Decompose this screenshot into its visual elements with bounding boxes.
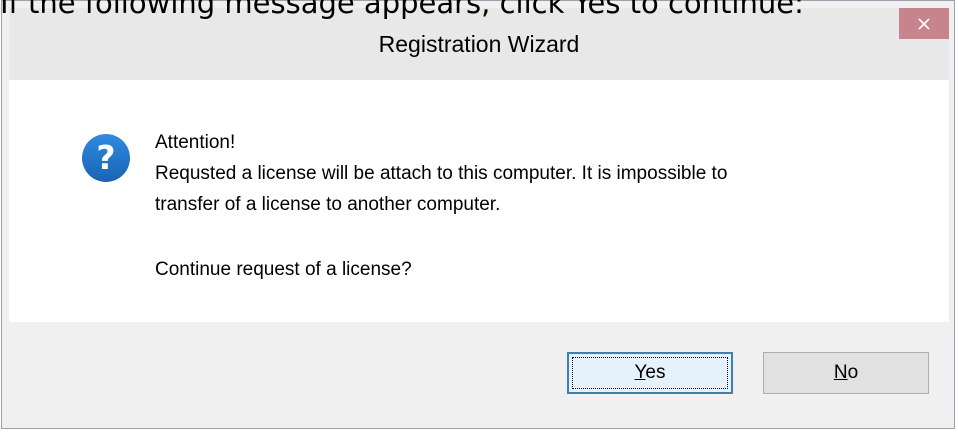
svg-text:?: ? <box>96 138 115 177</box>
no-button[interactable]: No <box>763 352 929 394</box>
instruction-text: If the following message appears, click … <box>0 0 804 20</box>
message-heading: Attention! <box>155 132 236 153</box>
yes-button[interactable]: Yes <box>567 352 733 394</box>
dialog-window: Registration Wizard ? Attention! Requste… <box>1 0 955 429</box>
message-line-2: transfer of a license to another compute… <box>155 194 501 215</box>
button-bar: Yes No <box>9 322 949 423</box>
message-text: Attention! Requsted a license will be at… <box>155 127 935 285</box>
message-question: Continue request of a license? <box>155 259 412 280</box>
message-line-1: Requsted a license will be attach to thi… <box>155 163 728 184</box>
yes-button-label: Yes <box>634 362 666 383</box>
page: Registration Wizard ? Attention! Requste… <box>0 0 958 432</box>
no-button-label: No <box>833 362 859 383</box>
message-area: ? Attention! Requsted a license will be … <box>9 80 949 322</box>
question-icon: ? <box>81 133 131 183</box>
